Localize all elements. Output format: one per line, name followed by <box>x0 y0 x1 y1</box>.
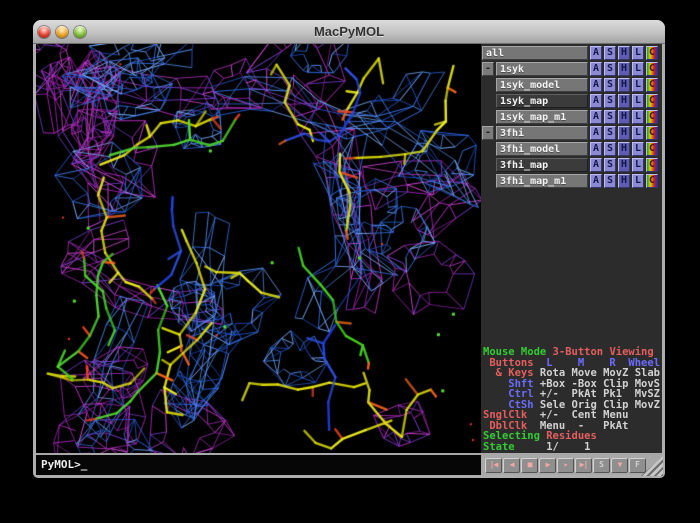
h-menu-button[interactable]: H <box>618 78 630 92</box>
l-menu-button[interactable]: L <box>632 174 644 188</box>
s-menu-button[interactable]: S <box>604 158 616 172</box>
close-button[interactable] <box>38 26 50 38</box>
movie-controls: |◀◀■▶▸▶|S▼F <box>481 455 662 475</box>
go-to-start-button[interactable]: |◀ <box>485 458 502 473</box>
s-menu-button[interactable]: S <box>604 78 616 92</box>
c-menu-button[interactable]: C <box>646 158 658 172</box>
zoom-button[interactable] <box>74 26 86 38</box>
h-menu-button[interactable]: H <box>618 174 630 188</box>
c-menu-button[interactable]: C <box>646 78 658 92</box>
object-row: 1syk_map_m1ASHLC <box>481 109 662 125</box>
electron-density-canvas[interactable] <box>36 44 481 453</box>
s-menu-button[interactable]: S <box>604 46 616 60</box>
h-menu-button[interactable]: H <box>618 158 630 172</box>
h-menu-button[interactable]: H <box>618 126 630 140</box>
mouse-mode-panel: Mouse Mode 3-Button Viewing Buttons L M … <box>483 347 660 452</box>
object-name-button[interactable]: 1syk_map <box>496 94 588 108</box>
fullscreen-button[interactable]: F <box>629 458 646 473</box>
s-menu-button[interactable]: S <box>604 62 616 76</box>
command-line[interactable]: PyMOL>_ <box>36 455 481 475</box>
collapse-toggle[interactable]: - <box>482 126 494 140</box>
l-menu-button[interactable]: L <box>632 158 644 172</box>
object-name-button[interactable]: 1syk_model <box>496 78 588 92</box>
l-menu-button[interactable]: L <box>632 94 644 108</box>
step-back-button[interactable]: ◀ <box>503 458 520 473</box>
a-menu-button[interactable]: A <box>590 126 602 140</box>
a-menu-button[interactable]: A <box>590 174 602 188</box>
viewport-3d[interactable] <box>36 44 481 453</box>
h-menu-button[interactable]: H <box>618 110 630 124</box>
h-menu-button[interactable]: H <box>618 142 630 156</box>
object-name-button[interactable]: 1syk <box>496 62 588 76</box>
object-name-button[interactable]: 3fhi_model <box>496 142 588 156</box>
c-menu-button[interactable]: C <box>646 142 658 156</box>
cursor: _ <box>81 458 88 471</box>
object-row: -1sykASHLC <box>481 61 662 77</box>
titlebar[interactable]: MacPyMOL <box>33 20 665 44</box>
minimize-button[interactable] <box>56 26 68 38</box>
h-menu-button[interactable]: H <box>618 94 630 108</box>
step-forward-button[interactable]: ▸ <box>557 458 574 473</box>
object-list: allASHLC-1sykASHLC1syk_modelASHLC1syk_ma… <box>481 44 662 189</box>
a-menu-button[interactable]: A <box>590 158 602 172</box>
mouse-mode-line: State 1/ 1 <box>483 442 660 453</box>
l-menu-button[interactable]: L <box>632 46 644 60</box>
a-menu-button[interactable]: A <box>590 78 602 92</box>
go-to-end-button[interactable]: ▶| <box>575 458 592 473</box>
macpymol-window: MacPyMOL allASHLC-1sykASHLC1syk_modelASH… <box>33 20 665 478</box>
desktop: { "window": { "title": "MacPyMOL", "traf… <box>0 0 700 523</box>
prompt-label: PyMOL> <box>41 458 81 471</box>
play-button[interactable]: ▶ <box>539 458 556 473</box>
object-row: 1syk_modelASHLC <box>481 77 662 93</box>
c-menu-button[interactable]: C <box>646 62 658 76</box>
c-menu-button[interactable]: C <box>646 126 658 140</box>
c-menu-button[interactable]: C <box>646 110 658 124</box>
object-row: 3fhi_mapASHLC <box>481 157 662 173</box>
c-menu-button[interactable]: C <box>646 174 658 188</box>
object-row: -3fhiASHLC <box>481 125 662 141</box>
s-menu-button[interactable]: S <box>604 174 616 188</box>
bottom-strip: PyMOL>_ |◀◀■▶▸▶|S▼F <box>36 453 662 475</box>
c-menu-button[interactable]: C <box>646 94 658 108</box>
h-menu-button[interactable]: H <box>618 46 630 60</box>
object-row: allASHLC <box>481 45 662 61</box>
scene-button[interactable]: S <box>593 458 610 473</box>
object-name-button[interactable]: 3fhi_map_m1 <box>496 174 588 188</box>
object-row: 3fhi_map_m1ASHLC <box>481 173 662 189</box>
s-menu-button[interactable]: S <box>604 110 616 124</box>
object-name-button[interactable]: 3fhi_map <box>496 158 588 172</box>
object-row: 3fhi_modelASHLC <box>481 141 662 157</box>
object-row: 1syk_mapASHLC <box>481 93 662 109</box>
l-menu-button[interactable]: L <box>632 62 644 76</box>
c-menu-button[interactable]: C <box>646 46 658 60</box>
l-menu-button[interactable]: L <box>632 126 644 140</box>
l-menu-button[interactable]: L <box>632 78 644 92</box>
menu-down-button[interactable]: ▼ <box>611 458 628 473</box>
side-panel: allASHLC-1sykASHLC1syk_modelASHLC1syk_ma… <box>481 44 662 453</box>
s-menu-button[interactable]: S <box>604 126 616 140</box>
h-menu-button[interactable]: H <box>618 62 630 76</box>
window-title: MacPyMOL <box>33 20 665 43</box>
s-menu-button[interactable]: S <box>604 142 616 156</box>
object-name-button[interactable]: 3fhi <box>496 126 588 140</box>
l-menu-button[interactable]: L <box>632 110 644 124</box>
a-menu-button[interactable]: A <box>590 142 602 156</box>
collapse-toggle[interactable]: - <box>482 62 494 76</box>
a-menu-button[interactable]: A <box>590 110 602 124</box>
a-menu-button[interactable]: A <box>590 62 602 76</box>
l-menu-button[interactable]: L <box>632 142 644 156</box>
s-menu-button[interactable]: S <box>604 94 616 108</box>
object-name-button[interactable]: all <box>482 46 588 60</box>
object-name-button[interactable]: 1syk_map_m1 <box>496 110 588 124</box>
a-menu-button[interactable]: A <box>590 94 602 108</box>
stop-button[interactable]: ■ <box>521 458 538 473</box>
a-menu-button[interactable]: A <box>590 46 602 60</box>
